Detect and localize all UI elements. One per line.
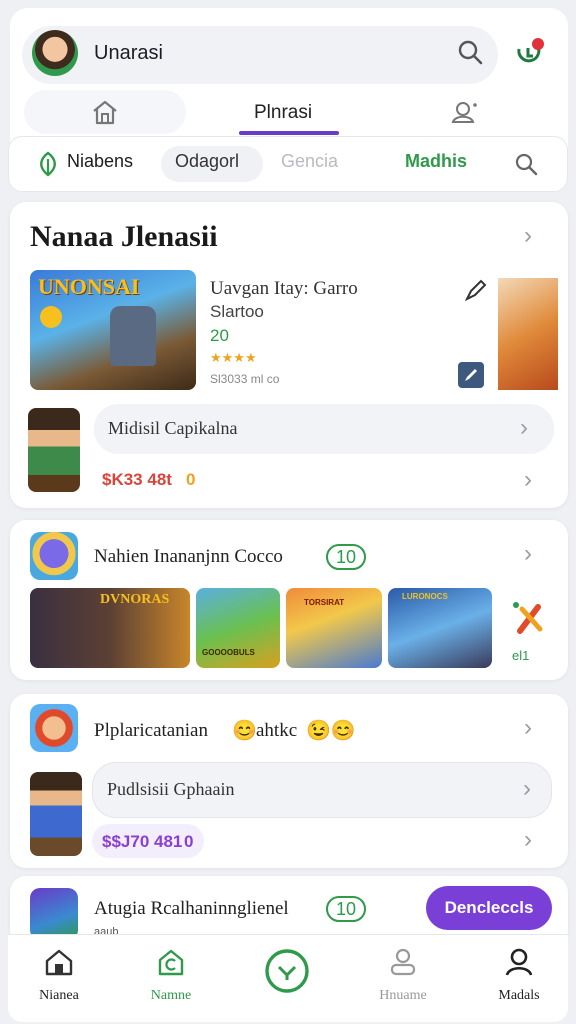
character-thumb: [28, 408, 80, 492]
tab-active-underline: [239, 131, 339, 135]
tab-home[interactable]: [24, 90, 186, 134]
section-collection: Nahien Inananjnn Cocco 10 › DVNORAS GOOO…: [10, 520, 568, 680]
thumb-2[interactable]: GOOOOBULS: [196, 588, 280, 668]
row-pill[interactable]: Midisil Capikalna ›: [94, 404, 554, 454]
chevron-right-icon[interactable]: ›: [524, 826, 532, 854]
filter-item-4[interactable]: Madhis: [405, 151, 467, 172]
pen-icon[interactable]: [462, 276, 490, 304]
section-title: Atugia Rcalhaninnglienel: [94, 898, 289, 919]
price-suffix: 0: [184, 832, 194, 851]
chevron-right-icon[interactable]: ›: [523, 775, 531, 803]
section-app-icon: [30, 704, 78, 752]
filter-item-2[interactable]: Odagorl: [175, 151, 239, 172]
search-icon[interactable]: [456, 38, 484, 66]
section-title: Nanaa Jlenasii: [30, 220, 218, 253]
avatar[interactable]: [32, 30, 78, 76]
action-button[interactable]: Dencleccls: [426, 886, 552, 930]
nav-item-home[interactable]: Nianea: [14, 947, 104, 1004]
puzzle-icon[interactable]: [508, 596, 552, 646]
thumb-1[interactable]: DVNORAS: [30, 588, 190, 668]
coin-icon: [40, 306, 62, 328]
row-label: Midisil Capikalna: [108, 418, 238, 438]
main-tabs: Plnrasi: [24, 90, 554, 136]
profile-tab-icon[interactable]: [450, 98, 480, 126]
character-figure: [110, 306, 156, 366]
emoji-icon: 😊: [232, 720, 257, 742]
nav-item-center[interactable]: [242, 947, 332, 1000]
game-subtitle: Slartoo: [210, 302, 264, 321]
game-banner-text: UNONSAI: [38, 274, 140, 299]
leaf-icon: [35, 151, 61, 177]
filter-bar: Niabens Odagorl Gencia Madhis: [8, 136, 568, 192]
nav-label: Nianea: [39, 988, 79, 1003]
thumb-text: DVNORAS: [100, 592, 170, 607]
row-pill[interactable]: Pudlsisii Gphaain ›: [92, 762, 552, 818]
rating-stars: ★★★★: [210, 350, 257, 365]
user-icon: [390, 948, 416, 976]
chevron-right-icon[interactable]: ›: [520, 414, 528, 442]
nav-label: Namne: [150, 988, 192, 1003]
game-name: Uavgan Itay: Garro: [210, 278, 358, 299]
thumb-3[interactable]: TORSIRAT: [286, 588, 382, 668]
section-badge: 10: [326, 544, 367, 570]
bottom-nav: Nianea Namne Hnuame Madals: [8, 934, 568, 1022]
nav-label: Madals: [498, 988, 540, 1003]
filter-item-1[interactable]: Niabens: [67, 151, 133, 172]
tag-icon: [158, 949, 184, 976]
home-icon: [45, 949, 73, 976]
filter-item-3[interactable]: Gencia: [281, 151, 338, 172]
nav-label: Hnuame: [379, 988, 427, 1003]
section-title: Nahien Inananjnn Cocco: [94, 546, 283, 567]
section-badge: 10: [326, 896, 367, 922]
filter-search-icon[interactable]: [513, 151, 539, 177]
thumb-text: GOOOOBULS: [202, 648, 255, 657]
character-thumb: [30, 772, 82, 856]
edit-badge-icon[interactable]: [458, 362, 484, 388]
thumb-4[interactable]: LURONOCS: [388, 588, 492, 668]
price: $K33 48t: [102, 470, 172, 489]
thumb-text: LURONOCS: [402, 592, 448, 601]
profile-icon: [505, 948, 533, 976]
section-title-suffix: ahtkc: [256, 720, 298, 741]
game-rating-num: 20: [210, 326, 229, 345]
notification-icon[interactable]: [512, 36, 546, 70]
nav-item-profile[interactable]: Madals: [474, 947, 564, 1004]
section-app-icon: [30, 532, 78, 580]
section-featured: Nanaa Jlenasii › UNONSAI Uavgan Itay: Ga…: [10, 202, 568, 508]
section-recommend: Plplaricatanian 😊 ahtkc 😉😊 › Pudlsisii G…: [10, 694, 568, 868]
chevron-right-icon[interactable]: ›: [524, 540, 532, 568]
thumb-end-label: el1: [512, 648, 530, 663]
row-label: Pudlsisii Gphaain: [107, 779, 235, 799]
thumb-text: TORSIRAT: [304, 598, 345, 607]
emoji-icon: 😉😊: [306, 720, 356, 742]
tab-active[interactable]: Plnrasi: [254, 102, 312, 124]
chevron-right-icon[interactable]: ›: [524, 466, 532, 494]
username: Unarasi: [94, 42, 163, 64]
nav-item-2[interactable]: Namne: [126, 947, 216, 1004]
chevron-right-icon[interactable]: ›: [524, 222, 532, 250]
game-meta: Sl3033 ml co: [210, 372, 280, 386]
price-suffix: 0: [186, 470, 196, 489]
check-circle-icon: [265, 949, 309, 993]
home-icon: [90, 98, 120, 126]
character-art: [498, 278, 558, 390]
section-title: Plplaricatanian: [94, 720, 208, 741]
game-banner[interactable]: UNONSAI: [30, 270, 196, 390]
chevron-right-icon[interactable]: ›: [524, 714, 532, 742]
nav-item-4[interactable]: Hnuame: [358, 947, 448, 1004]
price: $$J70 481: [102, 832, 183, 851]
section-app-icon: [30, 888, 78, 940]
